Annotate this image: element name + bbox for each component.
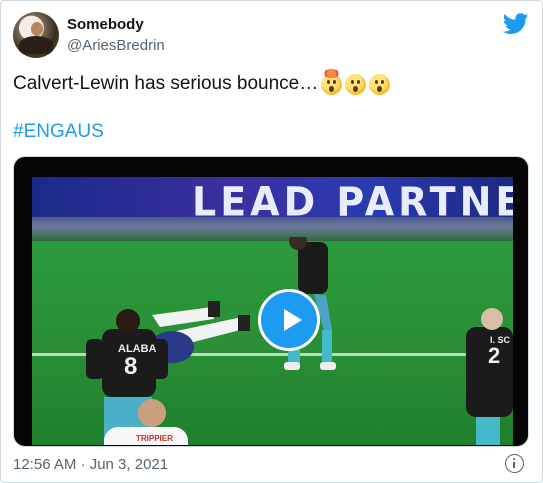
tweet-text: Calvert-Lewin has serious bounce… [13,68,391,96]
twitter-bird-icon[interactable] [503,13,529,35]
info-icon[interactable] [505,454,524,473]
tweet-timestamp[interactable]: 12:56 AM · Jun 3, 2021 [13,456,168,474]
jersey-name-front: TRIPPIER [136,434,173,443]
video-player[interactable]: LEAD PARTNER [13,156,529,447]
author-name[interactable]: Somebody [67,16,144,34]
astonished-face-emoji-icon [345,73,367,95]
hushed-face-emoji-icon [369,73,391,95]
avatar[interactable] [13,12,59,58]
exploding-head-emoji-icon [321,68,343,95]
stadium-billboard: LEAD PARTNER [32,177,513,225]
tweet-text-body: Calvert-Lewin has serious bounce… [13,73,319,94]
play-button-icon[interactable] [258,289,320,351]
jersey-number-left: 8 [124,353,138,380]
hashtag-link[interactable]: #ENGAUS [13,120,104,144]
jersey-number-right: 2 [488,343,501,368]
author-handle[interactable]: @AriesBredrin [67,37,165,55]
video-frame[interactable]: LEAD PARTNER [32,177,513,445]
tweet-card[interactable]: Somebody @AriesBredrin Calvert-Lewin has… [0,0,543,483]
